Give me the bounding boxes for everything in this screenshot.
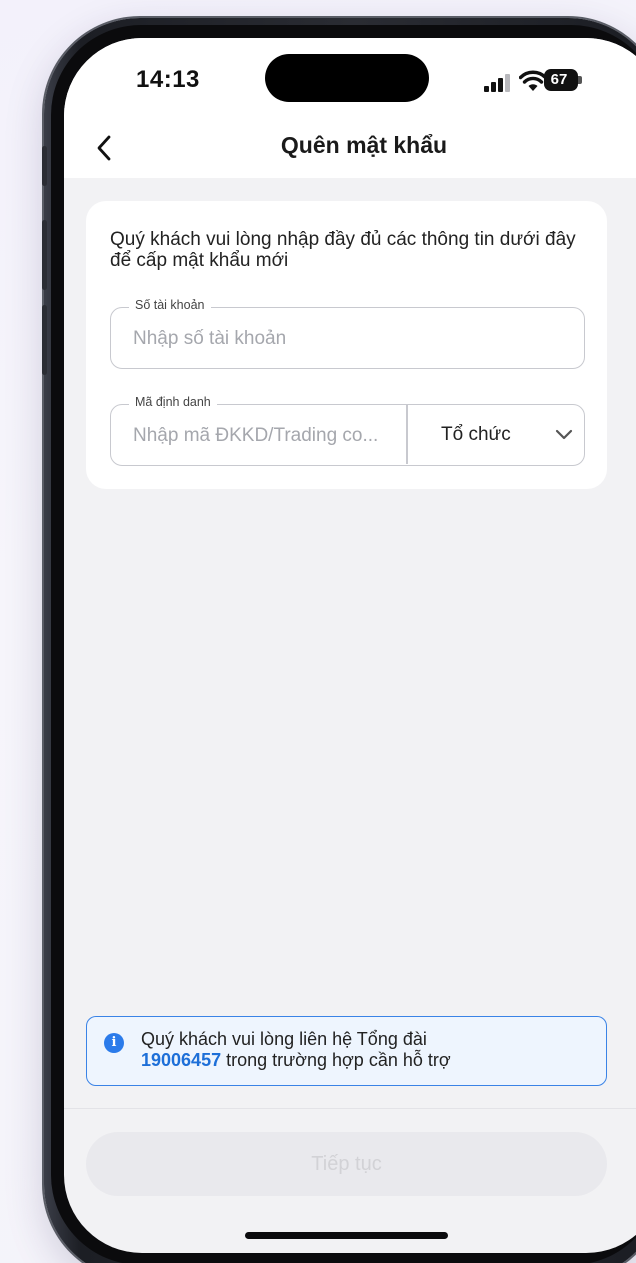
form-card: Quý khách vui lòng nhập đầy đủ các thông… (86, 201, 607, 489)
cellular-signal-icon (484, 72, 512, 92)
side-button (42, 146, 47, 186)
home-indicator (245, 1232, 448, 1239)
account-number-input[interactable] (133, 308, 553, 370)
chevron-down-icon (555, 429, 573, 440)
footer-divider (64, 1108, 636, 1109)
support-notice-line1: Quý khách vui lòng liên hệ Tổng đài (141, 1029, 427, 1049)
identifier-input[interactable] (133, 405, 403, 467)
screen: 14:13 67 Quên mật khẩu Quý khách vui lòn… (64, 38, 636, 1253)
page-title: Quên mật khẩu (280, 132, 448, 158)
support-notice: i Quý khách vui lòng liên hệ Tổng đài 19… (86, 1016, 607, 1086)
identifier-field: Mã định danh Tổ chức (110, 395, 585, 467)
intro-text: Quý khách vui lòng nhập đầy đủ các thông… (110, 229, 576, 271)
nav-header: Quên mật khẩu (64, 120, 636, 178)
battery-level: 67 (550, 71, 568, 88)
dynamic-island (265, 54, 429, 102)
wifi-icon (519, 70, 547, 91)
customer-type-select[interactable]: Tổ chức (408, 405, 584, 464)
side-button (42, 305, 47, 375)
account-number-field: Số tài khoản (110, 298, 585, 370)
status-bar: 14:13 67 (64, 38, 636, 120)
customer-type-value: Tổ chức (441, 424, 511, 445)
hotline-number[interactable]: 19006457 (141, 1050, 221, 1070)
battery-nub (578, 76, 582, 84)
side-button (42, 220, 47, 290)
battery-icon: 67 (544, 69, 578, 91)
support-notice-line2: trong trường hợp cần hỗ trợ (221, 1050, 451, 1070)
support-notice-text: Quý khách vui lòng liên hệ Tổng đài 1900… (141, 1029, 591, 1071)
status-time: 14:13 (136, 66, 200, 93)
info-icon: i (104, 1033, 124, 1053)
continue-button[interactable]: Tiếp tục (86, 1132, 607, 1196)
